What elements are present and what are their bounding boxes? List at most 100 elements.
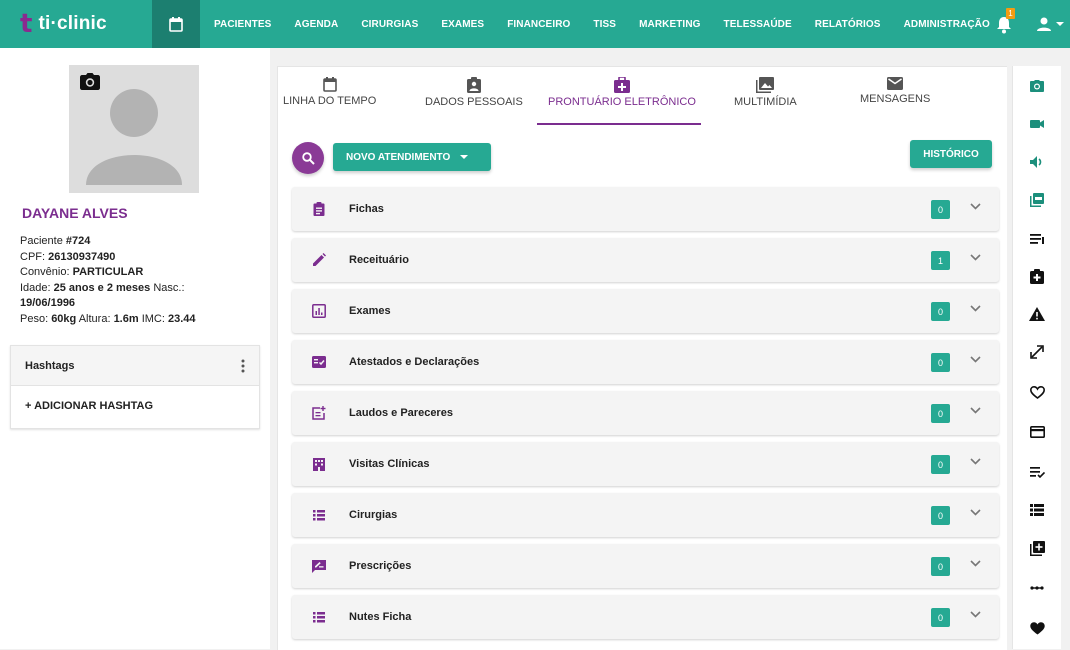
caret-down-icon	[460, 155, 469, 159]
chevron-down-icon[interactable]	[970, 611, 981, 618]
video-button[interactable]	[1027, 114, 1047, 134]
section-exames[interactable]: Exames 0	[292, 289, 999, 333]
assignment-icon	[313, 202, 325, 216]
section-nutes-ficha[interactable]: Nutes Ficha 0	[292, 595, 999, 639]
section-label: Laudos e Pareceres	[349, 407, 453, 419]
patient-info: Paciente #724 CPF: 26130937490 Convênio:…	[20, 234, 220, 327]
notification-count-badge: 1	[1006, 8, 1015, 19]
more-vert-icon[interactable]	[241, 359, 245, 373]
section-count-badge: 0	[931, 506, 950, 525]
pencil-icon	[313, 253, 326, 266]
chevron-down-icon[interactable]	[970, 254, 981, 261]
tab-linha-do-tempo[interactable]: LINHA DO TEMPO	[283, 77, 376, 107]
expand-button[interactable]	[1027, 342, 1047, 362]
cpf-label: CPF:	[20, 250, 49, 263]
logo[interactable]: t ti·clinic	[0, 0, 152, 48]
chevron-down-icon[interactable]	[970, 560, 981, 567]
nav-exames[interactable]: EXAMES	[441, 19, 484, 30]
post-add-icon	[312, 406, 326, 420]
calendar-button[interactable]	[152, 0, 200, 48]
user-menu-button[interactable]	[1036, 16, 1064, 32]
building-icon	[313, 458, 325, 471]
tab-prontuario-eletronico[interactable]: PRONTUÁRIO ELETRÔNICO	[548, 77, 696, 108]
list-icon	[313, 612, 325, 623]
history-button[interactable]: HISTÓRICO	[910, 140, 992, 168]
tab-label: MULTIMÍDIA	[734, 96, 797, 108]
section-label: Atestados e Declarações	[349, 356, 480, 368]
favorite-outline-button[interactable]	[1027, 382, 1047, 402]
section-visitas-clinicas[interactable]: Visitas Clínicas 0	[292, 442, 999, 486]
tab-label: MENSAGENS	[860, 93, 931, 105]
pdf-button[interactable]	[1027, 190, 1047, 210]
nav-agenda[interactable]: AGENDA	[294, 19, 338, 30]
nav-financeiro[interactable]: FINANCEIRO	[507, 19, 570, 30]
main-panel: LINHA DO TEMPO DADOS PESSOAIS PRONTUÁRIO…	[277, 66, 1007, 650]
section-cirurgias[interactable]: Cirurgias 0	[292, 493, 999, 537]
section-prescricoes[interactable]: Prescrições 0	[292, 544, 999, 588]
chart-icon	[312, 304, 326, 318]
add-hashtag-button[interactable]: + ADICIONAR HASHTAG	[11, 386, 259, 412]
chevron-down-icon[interactable]	[970, 203, 981, 210]
checklist-button[interactable]	[1027, 462, 1047, 482]
payment-button[interactable]	[1027, 422, 1047, 442]
chevron-down-icon[interactable]	[970, 305, 981, 312]
hashtags-title: Hashtags	[25, 359, 75, 372]
search-icon	[301, 151, 315, 165]
camera-button[interactable]	[1027, 76, 1047, 96]
section-label: Fichas	[349, 203, 384, 215]
list-view-button[interactable]	[1027, 500, 1047, 520]
medical-record-button[interactable]	[1027, 266, 1047, 286]
search-button[interactable]	[292, 142, 324, 174]
weight-value: 60kg	[51, 312, 77, 325]
mail-icon	[887, 77, 904, 90]
nav-marketing[interactable]: MARKETING	[639, 19, 700, 30]
section-atestados[interactable]: Atestados e Declarações 0	[292, 340, 999, 384]
more-button[interactable]	[1027, 578, 1047, 598]
new-appointment-button[interactable]: NOVO ATENDIMENTO	[333, 143, 491, 171]
calendar-icon	[169, 16, 183, 32]
section-fichas[interactable]: Fichas 0	[292, 187, 999, 231]
section-laudos[interactable]: Laudos e Pareceres 0	[292, 391, 999, 435]
tab-label: LINHA DO TEMPO	[283, 95, 377, 107]
logo-mark: t	[20, 9, 33, 39]
more-horiz-icon	[1030, 586, 1044, 590]
section-count-badge: 0	[931, 353, 950, 372]
expand-icon	[1030, 345, 1044, 359]
patient-photo[interactable]	[69, 65, 199, 193]
credit-card-icon	[1029, 426, 1045, 438]
age-label: Idade:	[20, 281, 54, 294]
chevron-down-icon[interactable]	[970, 407, 981, 414]
audio-button[interactable]	[1027, 152, 1047, 172]
nav-telessaude[interactable]: TELESSAÚDE	[724, 19, 792, 30]
nav-pacientes[interactable]: PACIENTES	[214, 19, 271, 30]
section-count-badge: 0	[931, 404, 950, 423]
tab-dados-pessoais[interactable]: DADOS PESSOAIS	[425, 77, 523, 108]
nav-relatorios[interactable]: RELATÓRIOS	[815, 19, 881, 30]
add-library-button[interactable]	[1027, 538, 1047, 558]
tab-multimidia[interactable]: MULTIMÍDIA	[734, 77, 797, 108]
section-receituario[interactable]: Receituário 1	[292, 238, 999, 282]
favorite-button[interactable]	[1027, 618, 1047, 638]
chevron-down-icon[interactable]	[970, 458, 981, 465]
birth-label: Nasc.:	[150, 281, 185, 294]
tab-bar: LINHA DO TEMPO DADOS PESSOAIS PRONTUÁRIO…	[278, 67, 1007, 127]
nav-administracao[interactable]: ADMINISTRAÇÃO	[904, 19, 990, 30]
nav-cirurgias[interactable]: CIRURGIAS	[361, 19, 418, 30]
nav-tiss[interactable]: TISS	[593, 19, 616, 30]
alert-button[interactable]	[1027, 304, 1047, 324]
notifications-button[interactable]: 1	[996, 8, 1016, 34]
videocam-icon	[1030, 120, 1044, 128]
tab-mensagens[interactable]: MENSAGENS	[860, 77, 930, 105]
fact-check-icon	[312, 356, 326, 368]
caret-down-icon	[1056, 22, 1064, 26]
imc-value: 23.44	[167, 312, 196, 325]
chevron-down-icon[interactable]	[970, 509, 981, 516]
chevron-down-icon[interactable]	[970, 356, 981, 363]
camera-icon[interactable]	[80, 73, 100, 90]
section-count-badge: 0	[931, 557, 950, 576]
patient-name: DAYANE ALVES	[22, 205, 128, 221]
tab-label: DADOS PESSOAIS	[425, 96, 523, 108]
view-list-icon	[1030, 504, 1044, 516]
height-label: Altura:	[76, 312, 114, 325]
playlist-button[interactable]	[1027, 228, 1047, 248]
